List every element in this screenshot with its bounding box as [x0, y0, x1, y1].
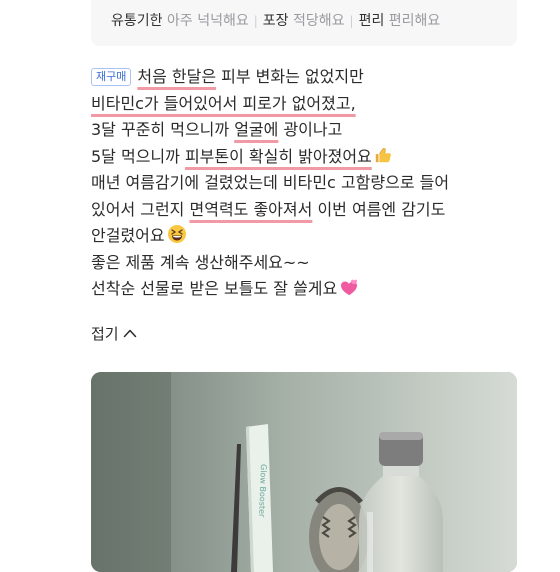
review-highlight: 처음 한달은 [137, 67, 216, 86]
chevron-up-icon [123, 328, 137, 338]
fold-label: 접기 [91, 325, 119, 343]
review-body: 재구매처음 한달은 피부 변화는 없었지만 비타민c가 들어있어서 피로가 없어… [91, 64, 531, 303]
attribute-divider: | [254, 14, 258, 28]
stick-packet-label: Glow Booster [257, 464, 268, 518]
two-hearts-icon [339, 277, 359, 297]
review-line: 있어서 그런지 면역력도 좋아져서 이번 여름엔 감기도 [91, 197, 531, 224]
review-attributes: 유통기한 아주 넉넉해요 | 포장 적당해요 | 편리 편리해요 [91, 0, 517, 46]
review-highlight: 얼굴에 [234, 120, 278, 139]
attribute-divider: | [350, 14, 354, 28]
review-photo-image: Glow Booster [91, 372, 517, 572]
review-highlight: 피부톤이 확실히 밝아졌어요 [185, 147, 372, 166]
review-line: 비타민c가 들어있어서 피로가 없어졌고, [91, 91, 531, 118]
thumbs-up-icon [374, 146, 392, 164]
review-highlight: 비타민c가 들어있어서 피로가 없어졌고, [91, 94, 356, 113]
fold-button[interactable]: 접기 [91, 323, 137, 344]
review-line: 재구매처음 한달은 피부 변화는 없었지만 [91, 64, 531, 91]
grinning-squinting-face-icon [167, 224, 187, 244]
attribute-expiry: 유통기한 아주 넉넉해요 [111, 13, 249, 29]
review-line: 안걸렸어요 [91, 223, 531, 250]
attribute-convenience: 편리 편리해요 [359, 13, 441, 29]
review-line: 매년 여름감기에 걸렸었는데 비타민c 고함량으로 들어 [91, 170, 531, 197]
review-highlight: 면역력도 좋아져서 [190, 200, 313, 219]
review-line: 3달 꾸준히 먹으니까 얼굴에 광이나고 [91, 117, 531, 144]
review-line: 선착순 선물로 받은 보틀도 잘 쓸게요 [91, 276, 531, 303]
attribute-packaging: 포장 적당해요 [263, 13, 345, 29]
review-photo[interactable]: Glow Booster [91, 372, 517, 572]
review-line: 5달 먹으니까 피부톤이 확실히 밝아졌어요 [91, 144, 531, 171]
repurchase-badge: 재구매 [91, 68, 131, 86]
review-line: 좋은 제품 계속 생산해주세요~~ [91, 250, 531, 277]
